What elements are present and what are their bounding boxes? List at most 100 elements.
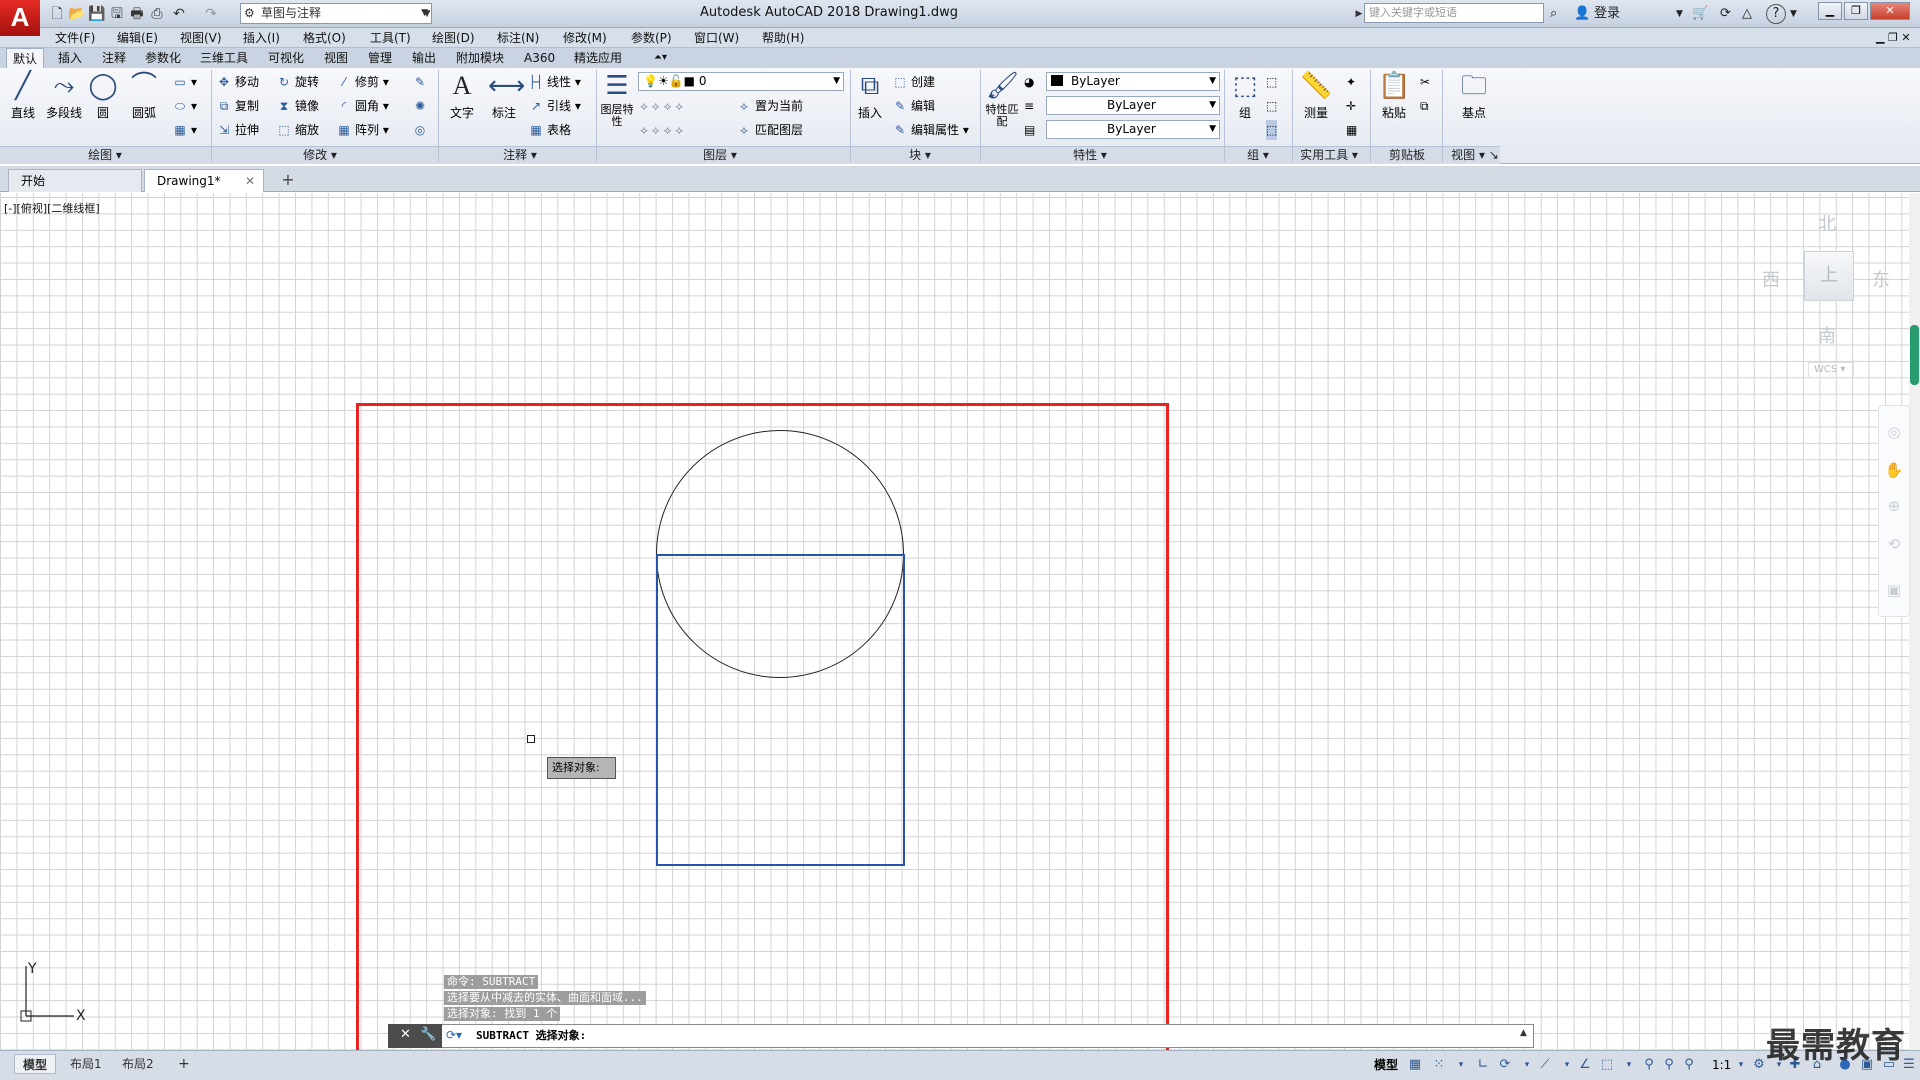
dimension-tool[interactable]: ⟷ 标注 — [484, 70, 525, 124]
polyline-tool[interactable]: ⤳ 多段线 — [42, 70, 86, 124]
tab-home[interactable]: 默认 — [6, 48, 45, 68]
properties-panel-title[interactable]: 特性 ▾ — [1060, 146, 1120, 164]
menu-edit[interactable]: 编辑(E) — [117, 28, 158, 48]
close-button[interactable]: ✕ — [1870, 2, 1910, 20]
steering-wheel-icon[interactable]: ◎ — [1884, 422, 1904, 442]
rotate-tool[interactable]: ↻ 旋转 — [276, 72, 319, 92]
orbit-icon[interactable]: ⟲ — [1884, 534, 1904, 554]
rectangle-tool[interactable]: ▭ ▾ — [172, 72, 197, 92]
ortho-icon[interactable]: ∟ — [1474, 1056, 1492, 1074]
search-input[interactable]: 键入关键字或短语 — [1364, 3, 1544, 23]
viewport-controls[interactable]: [-][俯视][二维线框] — [4, 200, 100, 216]
command-input[interactable]: SUBTRACT 选择对象: — [476, 1028, 586, 1044]
group-tool[interactable]: ⬚ 组 — [1228, 70, 1262, 124]
close-tab-icon[interactable]: ✕ — [245, 170, 255, 192]
doc-window-controls[interactable]: ▁ ❐ ✕ — [1876, 28, 1911, 48]
tab-addins[interactable]: 附加模块 — [450, 48, 510, 68]
tab-layout2[interactable]: 布局2 — [114, 1054, 162, 1074]
viewcube-west[interactable]: 西 — [1762, 266, 1780, 292]
new-tab-button[interactable]: + — [278, 170, 298, 190]
layer-properties-tool[interactable]: ☰ 图层特性 — [600, 70, 634, 128]
lineweight-combo[interactable]: ByLayer ▼ — [1046, 120, 1220, 139]
auto-scale-icon[interactable]: ⚲ — [1660, 1056, 1678, 1074]
measure-tool[interactable]: 📏 测量 — [1296, 70, 1336, 124]
grid-icon[interactable]: ▦ — [1406, 1056, 1424, 1074]
line-tool[interactable]: ╱ 直线 — [4, 70, 42, 124]
tab-model[interactable]: 模型 — [14, 1054, 57, 1074]
table-tool[interactable]: ▦ 表格 — [528, 120, 571, 140]
scrollbar-thumb[interactable] — [1910, 325, 1919, 385]
viewcube-south[interactable]: 南 — [1818, 322, 1836, 348]
a360-icon[interactable]: △ — [1742, 4, 1752, 24]
menu-modify[interactable]: 修改(M) — [563, 28, 607, 48]
annotation-visibility-icon[interactable]: ⚲ — [1640, 1056, 1658, 1074]
mirror-tool[interactable]: ⧗ 镜像 — [276, 96, 319, 116]
isodraft-dropdown-icon[interactable]: ▾ — [1558, 1056, 1576, 1074]
save-as-icon[interactable]: 🖫 — [108, 5, 126, 23]
edit-block-tool[interactable]: ✎ 编辑 — [892, 96, 935, 116]
circle-tool[interactable]: ◯ 圆 — [86, 70, 120, 124]
object-snap-dropdown-icon[interactable]: ▾ — [1620, 1056, 1638, 1074]
menu-parametric[interactable]: 参数(P) — [631, 28, 672, 48]
layer-tools-row-1[interactable]: ⟡ ⟡ ⟡ ⟡ — [640, 96, 683, 116]
menu-format[interactable]: 格式(O) — [303, 28, 346, 48]
edit-attributes-tool[interactable]: ✎ 编辑属性 ▾ — [892, 120, 969, 140]
application-menu-button[interactable]: A — [0, 0, 40, 36]
login-dropdown-icon[interactable]: ▼ — [1676, 4, 1683, 24]
tab-view[interactable]: 视图 — [318, 48, 354, 68]
menu-tools[interactable]: 工具(T) — [370, 28, 411, 48]
save-icon[interactable]: 💾 — [88, 5, 106, 23]
new-file-icon[interactable]: 🗋 — [48, 5, 66, 23]
paste-tool[interactable]: 📋 粘贴 — [1374, 70, 1414, 124]
match-layer-tool[interactable]: ⟡ 匹配图层 — [736, 120, 803, 140]
calculator-icon[interactable]: ▦ — [1346, 120, 1357, 140]
layer-tools-row-2[interactable]: ⟡ ⟡ ⟡ ⟡ — [640, 120, 683, 140]
erase-tool[interactable]: ✎ — [412, 72, 431, 92]
polar-dropdown-icon[interactable]: ▾ — [1518, 1056, 1536, 1074]
menu-dimension[interactable]: 标注(N) — [497, 28, 539, 48]
selected-rectangle-object[interactable] — [656, 554, 905, 866]
polar-icon[interactable]: ⟳ — [1496, 1056, 1514, 1074]
annotation-panel-title[interactable]: 注释 ▾ — [490, 146, 550, 164]
snap-icon[interactable]: ⁙ — [1430, 1056, 1448, 1074]
cart-icon[interactable]: 🛒 — [1692, 4, 1708, 24]
menu-help[interactable]: 帮助(H) — [762, 28, 804, 48]
make-current-tool[interactable]: ⟡ 置为当前 — [736, 96, 803, 116]
wrench-icon[interactable]: 🔧 — [420, 1027, 436, 1042]
stretch-tool[interactable]: ⇲ 拉伸 — [216, 120, 259, 140]
menu-draw[interactable]: 绘图(D) — [432, 28, 475, 48]
model-space-button[interactable]: 模型 — [1374, 1056, 1398, 1074]
viewcube-east[interactable]: 东 — [1872, 266, 1890, 292]
tab-annotate[interactable]: 注释 — [96, 48, 132, 68]
viewcube-top-face[interactable]: 上 — [1804, 251, 1854, 301]
modify-panel-title[interactable]: 修改 ▾ — [290, 146, 350, 164]
wcs-menu[interactable]: WCS ▾ — [1808, 362, 1854, 378]
block-panel-title[interactable]: 块 ▾ — [890, 146, 950, 164]
tab-drawing1[interactable]: Drawing1* ✕ — [144, 169, 264, 192]
scale-tool[interactable]: ⬚ 缩放 — [276, 120, 319, 140]
menu-file[interactable]: 文件(F) — [55, 28, 95, 48]
user-icon[interactable]: 👤 — [1574, 4, 1590, 24]
offset-tool[interactable]: ◎ — [412, 120, 431, 140]
tab-parametric[interactable]: 参数化 — [139, 48, 187, 68]
ribbon-minimize-icon[interactable]: ⏶▾ — [648, 48, 673, 68]
copy-tool[interactable]: ⧉ 复制 — [216, 96, 259, 116]
menu-view[interactable]: 视图(V) — [180, 28, 222, 48]
linear-dim-tool[interactable]: ├┤ 线性 ▾ — [528, 72, 581, 92]
print-icon[interactable]: 🖶 — [128, 5, 146, 23]
command-history-toggle-icon[interactable]: ▲ — [1520, 1028, 1527, 1038]
tab-a360[interactable]: A360 — [518, 48, 561, 68]
add-layout-button[interactable]: + — [170, 1054, 198, 1074]
hatch-tool[interactable]: ▦ ▾ — [172, 120, 197, 140]
tab-layout1[interactable]: 布局1 — [62, 1054, 110, 1074]
viewcube-north[interactable]: 北 — [1818, 210, 1836, 236]
create-block-tool[interactable]: ⬚ 创建 — [892, 72, 935, 92]
arc-tool[interactable]: ⌒ 圆弧 — [124, 70, 164, 124]
cut-icon[interactable]: ✂ — [1420, 72, 1430, 92]
annotation-scale-icon[interactable]: ⚲ — [1680, 1056, 1698, 1074]
trim-tool[interactable]: ⁄ 修剪 ▾ — [336, 72, 389, 92]
tab-featured-apps[interactable]: 精选应用 — [568, 48, 628, 68]
help-icon[interactable]: ? — [1766, 4, 1786, 24]
explode-tool[interactable]: ✺ — [412, 96, 431, 116]
binoculars-icon[interactable]: ⌕ — [1550, 4, 1557, 24]
